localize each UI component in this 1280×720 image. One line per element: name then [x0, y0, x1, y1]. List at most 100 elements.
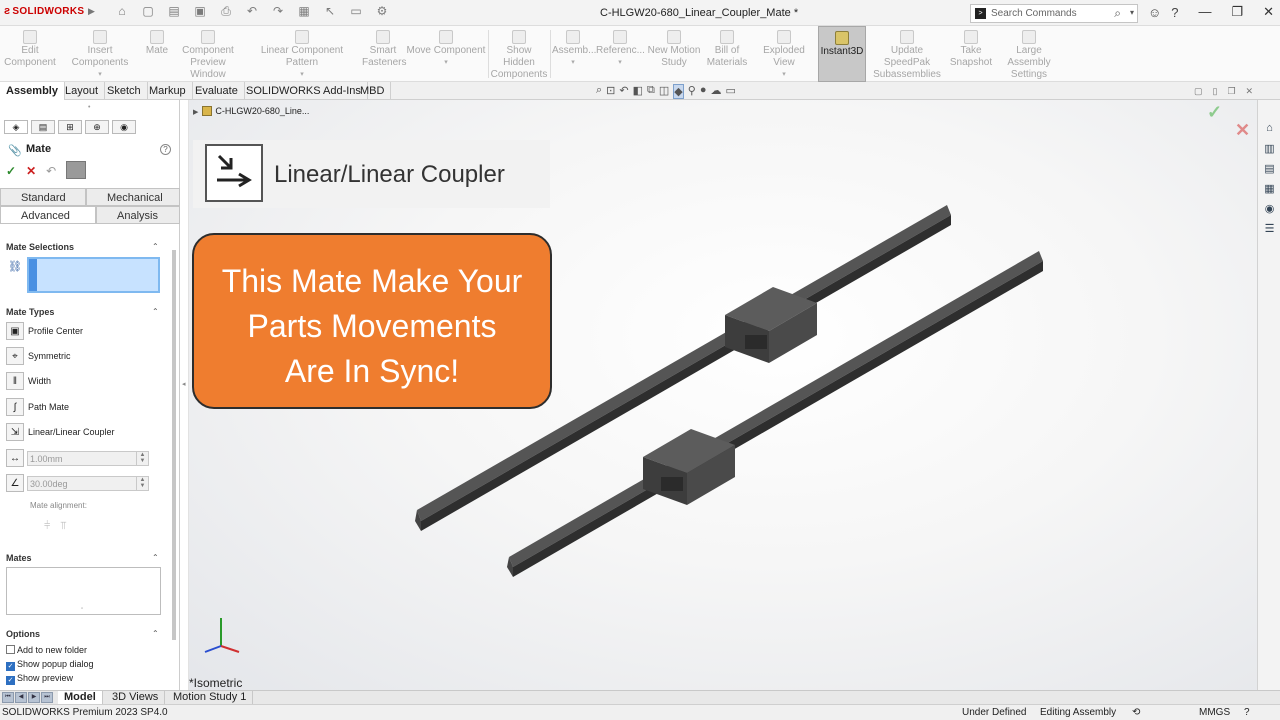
collapse-icon[interactable]: ⌃ [152, 307, 159, 316]
component-preview-window-button[interactable]: Component Preview Window [174, 26, 242, 82]
rebuild-icon[interactable]: ⟲ [1132, 707, 1140, 718]
tab-model[interactable]: Model [58, 691, 103, 705]
chevron-down-icon[interactable]: ▾ [752, 69, 816, 81]
help-icon[interactable]: ? [1244, 707, 1250, 718]
confirm-check-icon[interactable]: ✓ [1207, 102, 1222, 123]
search-commands-field[interactable]: > Search Commands ⌕ ▾ [970, 4, 1138, 23]
hide-show-items-icon[interactable]: ⚲ [688, 84, 696, 99]
linear-component-pattern-button[interactable]: Linear Component Pattern ▾ [244, 26, 360, 82]
tab-3d-views[interactable]: 3D Views [106, 691, 166, 705]
home-icon[interactable]: ⌂ [112, 4, 132, 19]
display-manager-icon[interactable]: ◉ [112, 120, 136, 134]
display-style-icon[interactable]: ◆ [673, 84, 684, 99]
cancel-x-icon[interactable]: ✕ [1235, 120, 1250, 141]
open-folder-icon[interactable]: ▤ [164, 4, 184, 19]
large-assembly-settings-button[interactable]: Large Assembly Settings [994, 26, 1064, 82]
panel-splitter[interactable]: ◂ [181, 100, 189, 690]
undo-icon[interactable]: ↶ [46, 164, 56, 179]
restore-icon[interactable]: ❐ [1231, 4, 1243, 20]
chevron-down-icon[interactable]: ▾ [552, 57, 594, 69]
update-speedpak-button[interactable]: Update SpeedPak Subassemblies [868, 26, 946, 82]
mates-list[interactable]: ▫ [6, 567, 161, 615]
previous-view-icon[interactable]: ↶ [619, 84, 628, 99]
angle-field[interactable]: 30.00deg ▲ ▼ [27, 476, 149, 491]
home-icon[interactable]: ⌂ [1262, 122, 1277, 137]
tile-icon[interactable]: ▯ [1213, 86, 1218, 97]
chevron-down-icon[interactable]: ▾ [1130, 8, 1134, 17]
restore-icon[interactable]: ▢ [1194, 86, 1203, 97]
option-show-popup-dialog[interactable]: ✓ Show popup dialog [6, 659, 94, 671]
print-icon[interactable]: ⎙ [216, 4, 236, 19]
options-gear-icon[interactable]: ⚙ [372, 4, 392, 19]
carriage-2[interactable] [643, 429, 735, 505]
menu-expand-icon[interactable]: ▶ [88, 6, 95, 17]
help-icon[interactable]: ? [160, 144, 171, 155]
chevron-down-icon[interactable]: ▾ [596, 57, 644, 69]
undo-icon[interactable]: ↶ [242, 4, 262, 19]
minimize-icon[interactable]: — [1198, 4, 1211, 20]
new-motion-study-button[interactable]: New Motion Study [646, 26, 702, 82]
next-tab-icon[interactable]: ▶ [28, 692, 40, 703]
mate-button[interactable]: Mate [142, 26, 172, 82]
close-icon[interactable]: ✕ [1263, 4, 1274, 20]
chevron-down-icon[interactable]: ▾ [244, 69, 360, 81]
option-add-to-new-folder[interactable]: Add to new folder [6, 645, 87, 655]
bill-of-materials-button[interactable]: Bill of Materials [704, 26, 750, 82]
collapse-icon[interactable]: ⌃ [152, 242, 159, 251]
custom-properties-icon[interactable]: ☰ [1262, 222, 1277, 237]
appearances-icon[interactable]: ◉ [1262, 202, 1277, 217]
tab-analysis[interactable]: Analysis [96, 206, 180, 224]
resize-grip-icon[interactable]: ▫ [81, 606, 83, 612]
pin-button[interactable] [66, 161, 87, 179]
file-explorer-icon[interactable]: ▤ [1262, 162, 1277, 177]
splitter-arrow-icon[interactable]: ◂ [182, 380, 186, 388]
edit-appearance-icon[interactable]: ● [700, 84, 707, 99]
chevron-down-icon[interactable]: ▾ [60, 69, 140, 81]
reference-geometry-button[interactable]: Referenc... ▾ [596, 26, 645, 82]
new-document-icon[interactable]: ▢ [138, 4, 158, 19]
tab-markup[interactable]: Markup [143, 82, 193, 100]
tab-advanced[interactable]: Advanced [0, 206, 96, 224]
view-settings-icon[interactable]: ▭ [725, 84, 735, 99]
spinner-icon[interactable]: ▲ ▼ [136, 452, 148, 465]
dimxpert-icon[interactable]: ⊕ [85, 120, 109, 134]
take-snapshot-button[interactable]: Take Snapshot [948, 26, 994, 82]
aligned-icon[interactable]: ⫩ [44, 520, 50, 533]
tab-layout[interactable]: Layout [59, 82, 106, 100]
property-manager-icon[interactable]: ▤ [31, 120, 55, 134]
select-arrow-icon[interactable]: ↖ [320, 4, 340, 19]
view-orientation-icon[interactable]: ◫ [659, 84, 669, 99]
prev-tab-icon[interactable]: ◀ [15, 692, 27, 703]
section-view-icon[interactable]: ◧ [633, 84, 643, 99]
smart-fasteners-button[interactable]: Smart Fasteners [362, 26, 406, 82]
assembly-features-button[interactable]: Assemb... ▾ [552, 26, 596, 82]
checkbox[interactable] [6, 645, 15, 654]
option-show-preview[interactable]: ✓ Show preview [6, 673, 73, 685]
instant3d-button[interactable]: Instant3D [818, 26, 866, 82]
last-tab-icon[interactable]: ⏭ [41, 692, 53, 703]
first-tab-icon[interactable]: ⏮ [2, 692, 14, 703]
graphics-area[interactable]: ▶ C-HLGW20-680_Line... Linear/Linear Coup… [189, 100, 1257, 690]
mate-selections-field[interactable] [27, 257, 160, 293]
linear-rail-assembly[interactable] [399, 195, 1059, 595]
edit-component-button[interactable]: Edit Component [2, 26, 58, 82]
spinner-icon[interactable]: ▲ ▼ [136, 477, 148, 490]
tab-assembly[interactable]: Assembly [0, 82, 65, 100]
ok-check-icon[interactable]: ✓ [6, 164, 16, 179]
tab-mechanical[interactable]: Mechanical [86, 188, 180, 206]
redo-icon[interactable]: ↷ [268, 4, 288, 19]
checkbox-checked[interactable]: ✓ [6, 676, 15, 685]
view-palette-icon[interactable]: ▦ [1262, 182, 1277, 197]
chevron-down-icon[interactable]: ▾ [406, 57, 486, 69]
close-icon[interactable]: ✕ [1246, 86, 1254, 97]
collapse-icon[interactable]: ⌃ [152, 629, 159, 638]
search-icon[interactable]: ⌕ [1114, 6, 1121, 21]
configuration-manager-icon[interactable]: ⊞ [58, 120, 82, 134]
anti-aligned-icon[interactable]: ⫪ [60, 520, 66, 533]
resources-icon[interactable]: ▥ [1262, 142, 1277, 157]
tab-solidworks-add-ins[interactable]: SOLIDWORKS Add-Ins [240, 82, 368, 100]
tab-standard[interactable]: Standard [0, 188, 86, 206]
unit-system[interactable]: MMGS [1199, 707, 1230, 718]
tab-sketch[interactable]: Sketch [101, 82, 148, 100]
insert-components-button[interactable]: Insert Components ▾ [60, 26, 140, 82]
